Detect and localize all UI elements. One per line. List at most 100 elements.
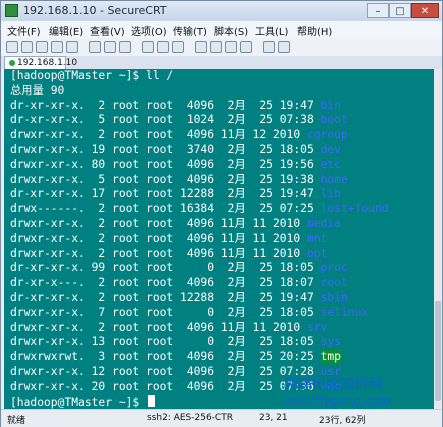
toolbar bbox=[1, 38, 442, 57]
connected-status-icon bbox=[9, 60, 15, 66]
terminal-line: dr-xr-x---. 2 root root 4096 2月 25 18:07… bbox=[10, 276, 348, 291]
terminal-line-text: dr-xr-xr-x. 5 root root 1024 2月 25 07:38 bbox=[10, 113, 321, 127]
menu-help[interactable]: 帮助(H) bbox=[297, 23, 332, 38]
terminal-line: drwxr-xr-x. 2 root root 4096 11月 11 2010… bbox=[10, 232, 327, 247]
terminal-line: dr-xr-xr-x. 2 root root 12288 2月 25 19:4… bbox=[10, 291, 348, 306]
menu-transfer[interactable]: 传输(T) bbox=[173, 23, 207, 38]
copy-icon[interactable] bbox=[89, 41, 101, 53]
terminal-line-text: 总用量 90 bbox=[10, 83, 65, 97]
app-icon bbox=[5, 4, 18, 17]
session-tab[interactable]: 192.168.1.10 bbox=[4, 56, 77, 69]
session-options-icon[interactable] bbox=[195, 41, 207, 53]
directory-name: lost+found bbox=[320, 202, 389, 216]
about-icon[interactable] bbox=[278, 41, 290, 53]
help-icon[interactable] bbox=[263, 41, 275, 53]
terminal-line-text: drwxr-xr-x. 12 root root 4096 2月 25 07:2… bbox=[10, 365, 321, 378]
directory-name: home bbox=[320, 172, 348, 186]
session-tab-label: 192.168.1.10 bbox=[17, 58, 78, 68]
print-icon[interactable] bbox=[142, 41, 154, 53]
directory-name: dev bbox=[320, 143, 341, 156]
terminal-line: 总用量 90 bbox=[10, 84, 64, 99]
terminal-line: dr-xr-xr-x. 99 root root 0 2月 25 18:05 p… bbox=[10, 261, 348, 276]
terminal-line: drwxr-xr-x. 19 root root 3740 2月 25 18:0… bbox=[10, 143, 341, 158]
terminal-line-text: drwxr-xr-x. 2 root root 4096 11月 11 2010 bbox=[10, 246, 307, 260]
directory-name: media bbox=[306, 217, 341, 230]
terminal-line-text: drwx------. 2 root root 16384 2月 25 07:2… bbox=[10, 202, 321, 216]
menu-view[interactable]: 查看(V) bbox=[90, 23, 125, 38]
menu-tools[interactable]: 工具(L) bbox=[255, 23, 288, 38]
menu-bar: 文件(F) 编辑(E) 查看(V) 选项(O) 传输(T) 脚本(S) 工具(L… bbox=[1, 21, 442, 39]
terminal-line-text: drwxr-xr-x. 2 root root 4096 11月 12 2010 bbox=[10, 128, 307, 142]
terminal-line-text: dr-xr-x---. 2 root root 4096 2月 25 18:07 bbox=[10, 276, 321, 290]
connect-icon[interactable] bbox=[6, 41, 18, 53]
status-cursor-pos: 23, 21 bbox=[259, 413, 288, 423]
terminal-line: dr-xr-xr-x. 17 root root 12288 2月 25 19:… bbox=[10, 187, 341, 202]
watermark-line1: 鹏鹏电脑知识网 bbox=[284, 377, 382, 393]
terminal-area[interactable]: [hadoop@TMaster ~]$ ll / 总用量 90 dr-xr-xr-x… bbox=[4, 69, 434, 409]
key-map-icon[interactable] bbox=[225, 41, 237, 53]
terminal-line-text: drwxr-xr-x. 20 root root 4096 2月 25 07:3… bbox=[10, 379, 321, 393]
terminal-line-text: drwxr-xr-x. 5 root root 4096 2月 25 19:38 bbox=[10, 172, 321, 186]
terminal-line: drwx------. 2 root root 16384 2月 25 07:2… bbox=[10, 202, 389, 217]
close-button[interactable]: ✕ bbox=[411, 3, 439, 18]
terminal-line-text: drwxr-xr-x. 2 root root 4096 11月 11 2010 bbox=[10, 217, 307, 230]
paste-icon[interactable] bbox=[104, 41, 116, 53]
terminal-line-text: dr-xr-xr-x. 17 root root 12288 2月 25 19:… bbox=[10, 187, 321, 201]
global-options-icon[interactable] bbox=[210, 41, 222, 53]
find-icon[interactable] bbox=[119, 41, 131, 53]
maximize-button[interactable]: □ bbox=[389, 3, 411, 18]
terminal-line-text: [hadoop@TMaster ~]$ ll / bbox=[10, 69, 174, 82]
terminal-line: dr-xr-xr-x. 5 root root 1024 2月 25 07:38… bbox=[10, 113, 348, 128]
terminal-line: drwxr-xr-x. 13 root root 0 2月 25 18:05 s… bbox=[10, 335, 341, 350]
terminal-line: drwxr-xr-x. 2 root root 4096 11月 11 2010… bbox=[10, 247, 327, 262]
connect-in-tab-icon[interactable] bbox=[36, 41, 48, 53]
scrollbar-thumb[interactable] bbox=[435, 301, 441, 401]
directory-name: sys bbox=[320, 335, 341, 349]
terminal-line: drwxr-xr-x. 7 root root 0 2月 25 18:05 se… bbox=[10, 306, 368, 321]
directory-name: proc bbox=[320, 261, 348, 275]
terminal-line: drwxr-xr-x. 2 root root 4096 11月 11 2010… bbox=[10, 217, 341, 232]
terminal-line: drwxr-xr-x. 2 root root 4096 11月 12 2010… bbox=[10, 128, 348, 143]
directory-name: selinux bbox=[320, 305, 369, 319]
window-title: 192.168.1.10 - SecureCRT bbox=[23, 4, 167, 17]
terminal-line-text: drwxr-xr-x. 13 root root 0 2月 25 18:05 bbox=[10, 335, 321, 349]
menu-file[interactable]: 文件(F) bbox=[7, 23, 41, 38]
directory-name: bin bbox=[320, 98, 341, 112]
menu-script[interactable]: 脚本(S) bbox=[214, 23, 248, 38]
print-setup-icon[interactable] bbox=[157, 41, 169, 53]
status-ready: 就绪 bbox=[7, 416, 26, 426]
terminal-line: drwxr-xr-x. 5 root root 4096 2月 25 19:38… bbox=[10, 173, 348, 188]
directory-name: srv bbox=[306, 320, 328, 334]
menu-options[interactable]: 选项(O) bbox=[131, 23, 167, 38]
terminal-line-text: dr-xr-xr-x. 2 root root 4096 2月 25 19:47 bbox=[10, 98, 321, 112]
directory-name: etc bbox=[320, 157, 341, 171]
terminal-line-text: drwxrwxrwt. 3 root root 4096 2月 25 20:25 bbox=[10, 350, 321, 364]
status-size: 23行, 62列 bbox=[319, 416, 366, 426]
terminal-line-text: drwxr-xr-x. 2 root root 4096 11月 11 2010 bbox=[10, 231, 307, 245]
map-icon[interactable] bbox=[240, 41, 252, 53]
sftp-icon[interactable] bbox=[172, 41, 184, 53]
terminal-line-text: dr-xr-xr-x. 99 root root 0 2月 25 18:05 bbox=[10, 261, 321, 275]
disconnect-icon[interactable] bbox=[66, 41, 78, 53]
status-bar: 就绪 ssh2: AES-256-CTR 23, 21 23行, 62列 bbox=[1, 409, 442, 427]
terminal-line: drwxr-xr-x. 80 root root 4096 2月 25 19:5… bbox=[10, 158, 341, 173]
reconnect-icon[interactable] bbox=[51, 41, 63, 53]
directory-name: cgroup bbox=[306, 128, 348, 142]
status-cipher: ssh2: AES-256-CTR bbox=[147, 413, 233, 423]
terminal-line: drwxrwxrwt. 3 root root 4096 2月 25 20:25… bbox=[10, 350, 341, 365]
directory-name: boot bbox=[320, 113, 348, 127]
menu-edit[interactable]: 编辑(E) bbox=[49, 23, 83, 38]
title-bar: 192.168.1.10 - SecureCRT – □ ✕ bbox=[1, 1, 442, 22]
terminal-line: dr-xr-xr-x. 2 root root 4096 2月 25 19:47… bbox=[10, 99, 341, 114]
terminal-line: drwxr-xr-x. 2 root root 4096 11月 11 2010… bbox=[10, 321, 327, 336]
watermark: 鹏鹏电脑知识网 www.flypeng.com bbox=[284, 376, 434, 412]
terminal-line: [hadoop@TMaster ~]$ bbox=[10, 394, 156, 409]
terminal-line-text: drwxr-xr-x. 2 root root 4096 11月 11 2010 bbox=[10, 320, 307, 334]
terminal-line-text: [hadoop@TMaster ~]$ bbox=[10, 395, 147, 409]
directory-name: sbin bbox=[320, 291, 348, 304]
quick-connect-icon[interactable] bbox=[21, 41, 33, 53]
securecrt-window: 192.168.1.10 - SecureCRT – □ ✕ 文件(F) 编辑(… bbox=[0, 0, 443, 427]
tab-bar: 192.168.1.10 bbox=[1, 56, 442, 69]
minimize-button[interactable]: – bbox=[367, 3, 389, 18]
directory-name: mnt bbox=[306, 231, 328, 245]
